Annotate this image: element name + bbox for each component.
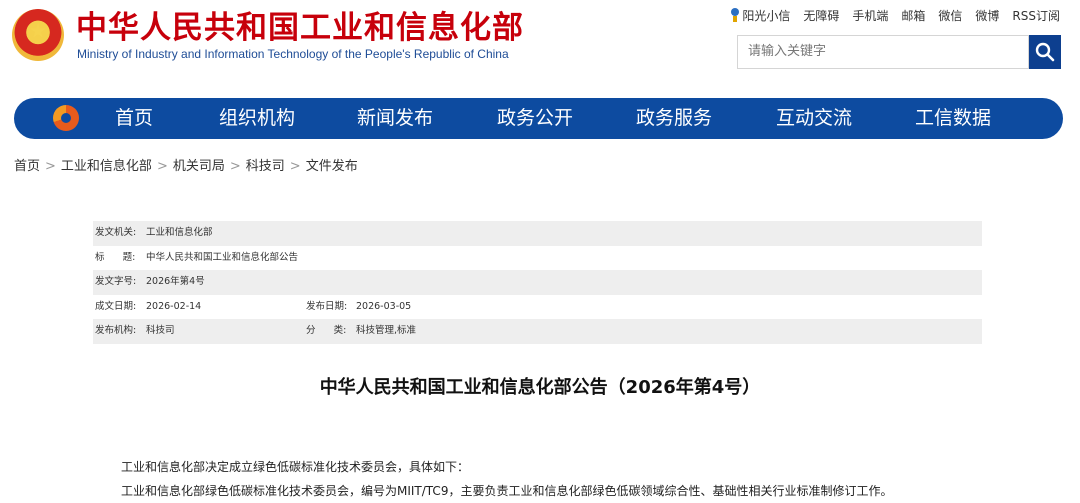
nav-interaction[interactable]: 互动交流: [776, 98, 852, 139]
nav-organization[interactable]: 组织机构: [219, 98, 295, 139]
toplink-accessibility[interactable]: 无障碍: [803, 7, 839, 24]
docno-value: 2026年第4号: [146, 276, 205, 288]
nav-services[interactable]: 政务服务: [636, 98, 712, 139]
site-title[interactable]: 中华人民共和国工业和信息化部: [76, 9, 524, 47]
breadcrumb-separator: >: [45, 159, 56, 174]
meta-row-org: 发布机构: 科技司 分 类: 科技管理,标准: [93, 319, 982, 344]
meta-row-issuer: 发文机关: 工业和信息化部: [93, 221, 982, 246]
breadcrumb: 首页 > 工业和信息化部 > 机关司局 > 科技司 > 文件发布: [14, 155, 358, 174]
created-label: 成文日期:: [95, 300, 137, 312]
toplink-sunshine[interactable]: 阳光小信: [730, 7, 790, 24]
breadcrumb-separator: >: [156, 159, 168, 174]
toplink-wechat[interactable]: 微信: [938, 7, 962, 24]
nav-home[interactable]: 首页: [115, 98, 153, 139]
nav-government-affairs[interactable]: 政务公开: [497, 98, 573, 139]
issuer-value: 工业和信息化部: [146, 227, 213, 238]
search-button[interactable]: [1029, 35, 1061, 69]
meta-row-title: 标 题: 中华人民共和国工业和信息化部公告: [93, 246, 982, 271]
toplink-mobile[interactable]: 手机端: [852, 7, 888, 24]
breadcrumb-departments[interactable]: 机关司局: [173, 159, 225, 174]
toplink-rss[interactable]: RSS订阅: [1012, 7, 1060, 24]
breadcrumb-documents[interactable]: 文件发布: [306, 159, 358, 174]
meta-row-docno: 发文字号: 2026年第4号: [93, 270, 982, 295]
toplink-mail[interactable]: 邮箱: [901, 7, 925, 24]
document-paragraph: 工业和信息化部绿色低碳标准化技术委员会，编号为MIIT/TC9，主要负责工业和信…: [121, 484, 893, 498]
breadcrumb-separator: >: [229, 159, 241, 174]
created-value: 2026-02-14: [146, 300, 202, 312]
title-label: 标 题:: [95, 251, 136, 263]
nav-data[interactable]: 工信数据: [915, 98, 991, 139]
breadcrumb-science-dept[interactable]: 科技司: [246, 159, 285, 174]
search-icon: [1035, 42, 1055, 62]
breadcrumb-separator: >: [289, 159, 301, 174]
toplink-weibo[interactable]: 微博: [975, 7, 999, 24]
site-subtitle: Ministry of Industry and Information Tec…: [77, 47, 509, 61]
published-value: 2026-03-05: [356, 300, 412, 312]
miit-logo-icon[interactable]: [53, 105, 79, 131]
org-value: 科技司: [146, 325, 175, 337]
top-links: 阳光小信 无障碍 手机端 邮箱 微信 微博 RSS订阅: [730, 7, 1060, 24]
main-nav: 首页 组织机构 新闻发布 政务公开 政务服务 互动交流 工信数据: [14, 98, 1063, 139]
published-label: 发布日期:: [306, 300, 348, 312]
nav-news[interactable]: 新闻发布: [357, 98, 433, 139]
category-label: 分 类:: [306, 325, 347, 337]
meta-row-dates: 成文日期: 2026-02-14 发布日期: 2026-03-05: [93, 295, 982, 320]
category-value: 科技管理,标准: [356, 325, 417, 337]
breadcrumb-ministry[interactable]: 工业和信息化部: [61, 159, 152, 174]
breadcrumb-home[interactable]: 首页: [14, 159, 40, 174]
title-value: 中华人民共和国工业和信息化部公告: [146, 251, 299, 263]
search-input[interactable]: 请输入关键字: [737, 35, 1029, 69]
national-emblem-logo[interactable]: [12, 9, 64, 61]
sunshine-icon: [730, 8, 740, 22]
org-label: 发布机构:: [95, 325, 137, 337]
docno-label: 发文字号:: [95, 276, 137, 288]
document-paragraph: 工业和信息化部决定成立绿色低碳标准化技术委员会，具体如下：: [121, 460, 470, 474]
document-metadata: 发文机关: 工业和信息化部 标 题: 中华人民共和国工业和信息化部公告 发文字号…: [93, 221, 982, 344]
document-title: 中华人民共和国工业和信息化部公告（2026年第4号）: [319, 377, 761, 398]
issuer-label: 发文机关:: [95, 227, 137, 238]
